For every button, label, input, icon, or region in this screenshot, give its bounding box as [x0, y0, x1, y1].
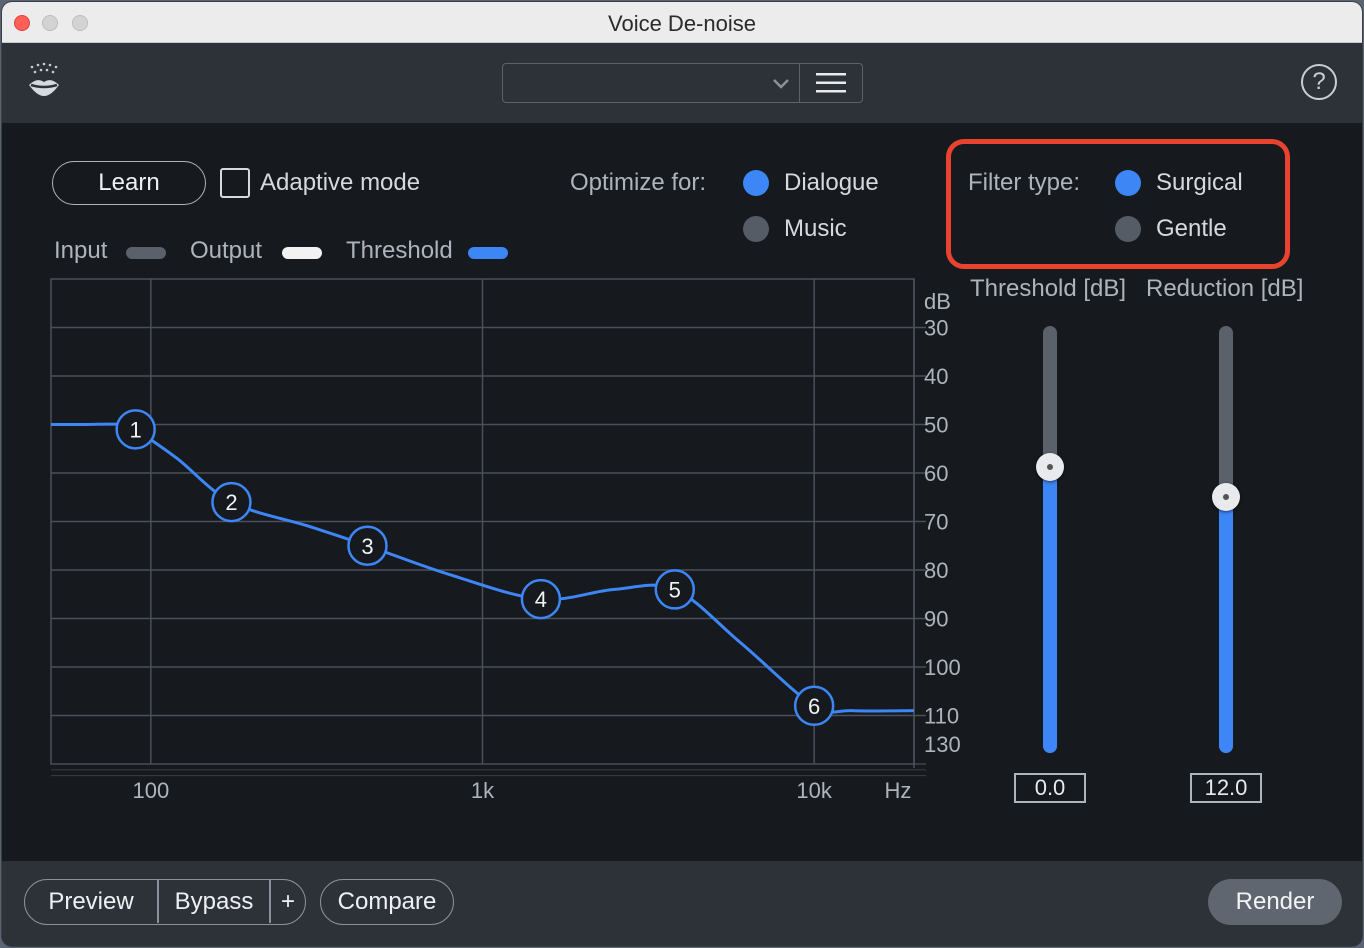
- threshold-node-label: 1: [130, 417, 142, 442]
- threshold-value-field[interactable]: 0.0: [1014, 773, 1086, 803]
- title-bar: Voice De-noise: [2, 2, 1362, 43]
- render-button[interactable]: Render: [1208, 879, 1342, 925]
- x-tick-label: 10k: [796, 778, 832, 803]
- threshold-slider-fill: [1043, 466, 1057, 753]
- y-tick-label: 60: [924, 461, 948, 486]
- y-tick-label: 70: [924, 510, 948, 535]
- y-tick-label: 30: [924, 316, 948, 341]
- window-title: Voice De-noise: [608, 11, 756, 36]
- y-tick-label: 100: [924, 655, 961, 680]
- preview-button[interactable]: Preview: [25, 880, 157, 923]
- voice-denoise-window: Voice De-noise ? Learn Adaptive mode Opt…: [2, 2, 1362, 946]
- voice-denoise-logo-icon: [29, 62, 59, 96]
- reduction-slider-label: Reduction [dB]: [1146, 275, 1304, 302]
- compare-button[interactable]: Compare: [320, 879, 454, 925]
- plugin-toolbar: ?: [2, 43, 1362, 123]
- reduction-value-field[interactable]: 12.0: [1190, 773, 1262, 803]
- y-tick-label: 130: [924, 732, 961, 757]
- reduction-slider-thumb[interactable]: [1212, 482, 1240, 511]
- y-tick-label: 110: [924, 704, 959, 729]
- threshold-slider-label: Threshold [dB]: [970, 275, 1127, 302]
- main-panel: Learn Adaptive mode Optimize for: Dialog…: [2, 123, 1362, 861]
- reduction-slider-fill: [1219, 496, 1233, 753]
- preset-dropdown[interactable]: [502, 63, 800, 103]
- hamburger-menu-icon: [816, 73, 846, 93]
- chevron-down-icon: [773, 79, 789, 89]
- threshold-node-label: 3: [361, 534, 373, 559]
- bypass-button[interactable]: Bypass: [159, 880, 269, 923]
- preset-menu-button[interactable]: [800, 63, 863, 103]
- threshold-curve-chart[interactable]: 30 40 50 60 70 80 90 100 110 130 dB 100 1k 10k Hz 1 2 3 4 5…: [2, 123, 1362, 861]
- x-tick-label: 1k: [471, 778, 495, 803]
- bottom-bar: Preview Bypass + Compare Render: [2, 861, 1362, 946]
- threshold-node-label: 6: [808, 694, 820, 719]
- x-unit-label: Hz: [885, 778, 912, 803]
- y-tick-label: 50: [924, 413, 948, 438]
- y-tick-label: 40: [924, 364, 948, 389]
- x-tick-label: 100: [132, 778, 169, 803]
- y-unit-label: dB: [924, 289, 951, 314]
- add-button[interactable]: +: [271, 880, 305, 923]
- help-button[interactable]: ?: [1301, 64, 1337, 100]
- y-tick-label: 80: [924, 558, 948, 583]
- threshold-node-label: 4: [535, 587, 547, 612]
- threshold-slider-thumb[interactable]: [1036, 452, 1064, 481]
- y-tick-label: 90: [924, 607, 948, 632]
- threshold-node-label: 5: [669, 577, 681, 602]
- preview-bypass-group: Preview Bypass +: [24, 879, 306, 925]
- threshold-node-label: 2: [225, 490, 237, 515]
